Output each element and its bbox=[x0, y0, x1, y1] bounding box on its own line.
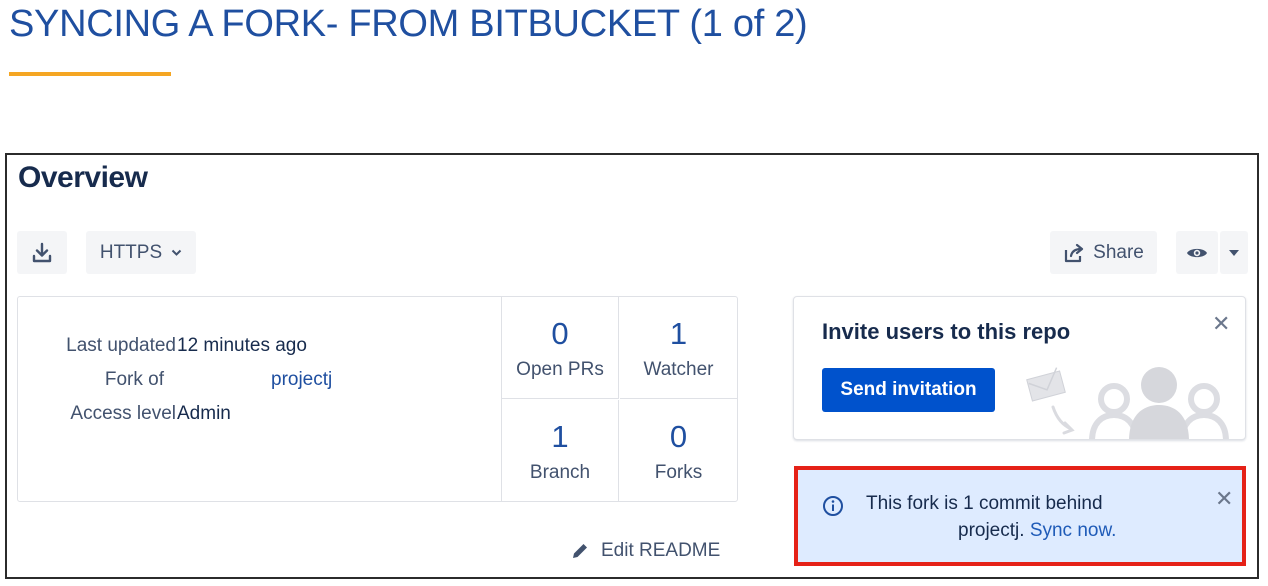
stat-value: 1 bbox=[551, 419, 569, 454]
title-underline bbox=[9, 72, 171, 76]
slide-title: SYNCING A FORK- FROM BITBUCKET (1 of 2) bbox=[9, 3, 808, 45]
stat-value: 0 bbox=[551, 316, 569, 351]
last-updated-value: 12 minutes ago bbox=[177, 335, 307, 356]
stat-branches[interactable]: 1 Branch bbox=[502, 400, 619, 502]
fork-of-link[interactable]: projectj bbox=[271, 369, 332, 391]
access-level-value: Admin bbox=[177, 403, 231, 424]
stat-label: Branch bbox=[529, 462, 591, 483]
stat-forks[interactable]: 0 Forks bbox=[620, 400, 737, 502]
stat-value: 1 bbox=[669, 316, 688, 351]
fork-of-label: Fork of bbox=[104, 369, 164, 390]
close-icon[interactable]: ✕ bbox=[1215, 488, 1233, 510]
chevron-down-icon bbox=[171, 249, 182, 256]
close-icon[interactable]: ✕ bbox=[1212, 313, 1230, 335]
caret-down-icon bbox=[1229, 249, 1239, 256]
protocol-label: HTTPS bbox=[99, 241, 163, 263]
invite-illustration bbox=[1026, 367, 1229, 439]
watch-options-dropdown[interactable] bbox=[1220, 231, 1248, 274]
access-level-label: Access level bbox=[70, 403, 176, 424]
stat-label: Forks bbox=[654, 462, 703, 483]
stat-label: Watcher bbox=[643, 359, 714, 380]
send-invitation-button[interactable]: Send invitation bbox=[822, 368, 995, 412]
stat-label: Open PRs bbox=[516, 359, 604, 380]
protocol-dropdown[interactable]: HTTPS bbox=[86, 231, 196, 274]
share-button[interactable]: Share bbox=[1050, 231, 1157, 274]
clone-button[interactable] bbox=[17, 231, 67, 274]
eye-icon bbox=[1187, 248, 1207, 257]
edit-readme-label: Edit README bbox=[601, 540, 721, 561]
sync-message-continued: projectj. Sync now. bbox=[958, 520, 1116, 542]
download-icon bbox=[32, 242, 52, 262]
stat-open-prs[interactable]: 0 Open PRs bbox=[502, 297, 619, 399]
pencil-icon bbox=[573, 544, 587, 558]
edit-readme-link[interactable]: Edit README bbox=[571, 540, 720, 562]
repository-stats: 0 Open PRs 1 Watcher 1 Branch 0 Forks bbox=[501, 297, 738, 502]
repository-info-card: Last updated 12 minutes ago Fork of proj… bbox=[17, 296, 738, 502]
watch-button[interactable] bbox=[1176, 231, 1218, 274]
share-icon bbox=[1065, 243, 1084, 262]
share-label: Share bbox=[1093, 241, 1144, 263]
invite-title: Invite users to this repo bbox=[822, 319, 1071, 344]
stat-value: 0 bbox=[669, 419, 688, 454]
fork-sync-notice: This fork is 1 commit behind projectj. S… bbox=[794, 466, 1246, 566]
bitbucket-screenshot-frame: Overview HTTPS Share Last updated 12 min… bbox=[5, 153, 1259, 579]
invite-users-card: Invite users to this repo ✕ Send invitat… bbox=[793, 296, 1246, 440]
stat-watchers[interactable]: 1 Watcher bbox=[620, 297, 737, 399]
info-icon bbox=[823, 496, 843, 516]
sync-repo-name: projectj. bbox=[958, 520, 1025, 541]
sync-message: This fork is 1 commit behind bbox=[866, 493, 1103, 514]
sync-now-link[interactable]: Sync now. bbox=[1030, 520, 1117, 541]
overview-heading: Overview bbox=[18, 161, 148, 194]
last-updated-label: Last updated bbox=[66, 335, 176, 356]
